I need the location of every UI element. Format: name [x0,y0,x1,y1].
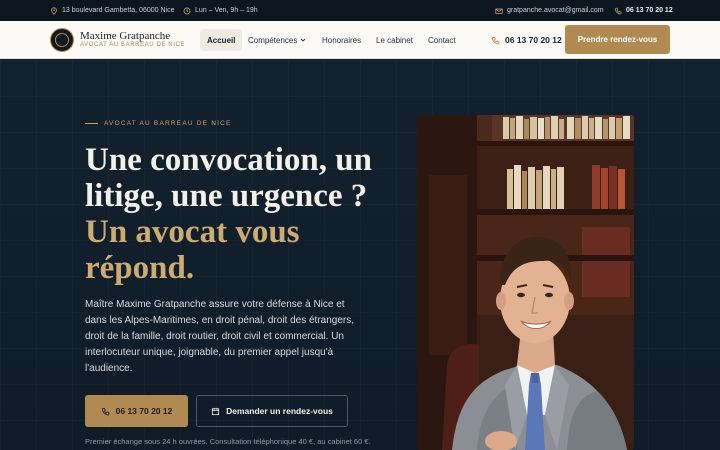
headline-main: Une convocation, un litige, une urgence … [85,142,372,214]
phone-icon [614,7,622,14]
phone-icon [491,36,500,44]
hero-lead: Maître Maxime Gratpanche assure votre dé… [85,299,355,374]
call-button-label: 06 13 70 20 12 [115,406,173,416]
logo-name[interactable]: Maxime Gratpanche [80,30,170,42]
eyebrow-rule [85,123,98,124]
nav-accueil[interactable]: Accueil [200,29,243,51]
hero-eyebrow: AVOCAT AU BARREAU DE NICE [85,120,232,127]
hero-note: Premier échange sous 24 h ouvrées. Consu… [85,437,371,446]
header-phone-text: 06 13 70 20 12 [505,35,562,45]
request-appointment-button[interactable]: Demander un rendez-vous [196,395,348,427]
nav-le-cabinet[interactable]: Le cabinet [376,29,413,51]
calendar-icon [212,407,220,415]
mail-icon [495,8,503,14]
address-info: 13 boulevard Gambetta, 06000 Nice [50,0,174,21]
call-button[interactable]: 06 13 70 20 12 [85,395,188,427]
map-pin-icon [51,6,57,15]
nav-competences-label: Compétences [248,35,298,45]
chevron-down-icon [301,38,306,42]
logo-tagline: AVOCAT AU BARREAU DE NICE [80,42,186,48]
topbar-phone-link[interactable]: 06 13 70 20 12 [614,0,673,21]
header-phone-link[interactable]: 06 13 70 20 12 [491,33,562,47]
address-text: 13 boulevard Gambetta, 06000 Nice [62,7,175,14]
hours-text: Lun – Ven, 9h – 19h [195,7,258,14]
hero-section: AVOCAT AU BARREAU DE NICE Une convocatio… [0,60,720,450]
email-link[interactable]: gratpanche.avocat@gmail.com [495,0,604,21]
lawyer-portrait-image [417,115,634,450]
logo-icon[interactable] [50,28,74,52]
email-text: gratpanche.avocat@gmail.com [507,7,604,14]
nav-honoraires[interactable]: Honoraires [322,29,361,51]
nav-competences[interactable]: Compétences [248,29,306,51]
hours-info: Lun – Ven, 9h – 19h [183,0,258,21]
hero-headline: Une convocation, un litige, une urgence … [85,142,395,286]
site-header: Maxime Gratpanche AVOCAT AU BARREAU DE N… [0,21,720,59]
nav-contact[interactable]: Contact [428,29,456,51]
clock-icon [183,7,191,14]
topbar-phone-text: 06 13 70 20 12 [626,7,673,14]
book-appointment-button[interactable]: Prendre rendez-vous [565,25,670,54]
request-appointment-label: Demander un rendez-vous [226,406,333,416]
headline-accent: Un avocat vous répond. [85,214,300,286]
phone-icon [101,407,109,415]
top-info-bar: 13 boulevard Gambetta, 06000 Nice Lun – … [0,0,720,21]
lawyer-portrait [417,115,634,450]
eyebrow-text: AVOCAT AU BARREAU DE NICE [104,120,232,127]
